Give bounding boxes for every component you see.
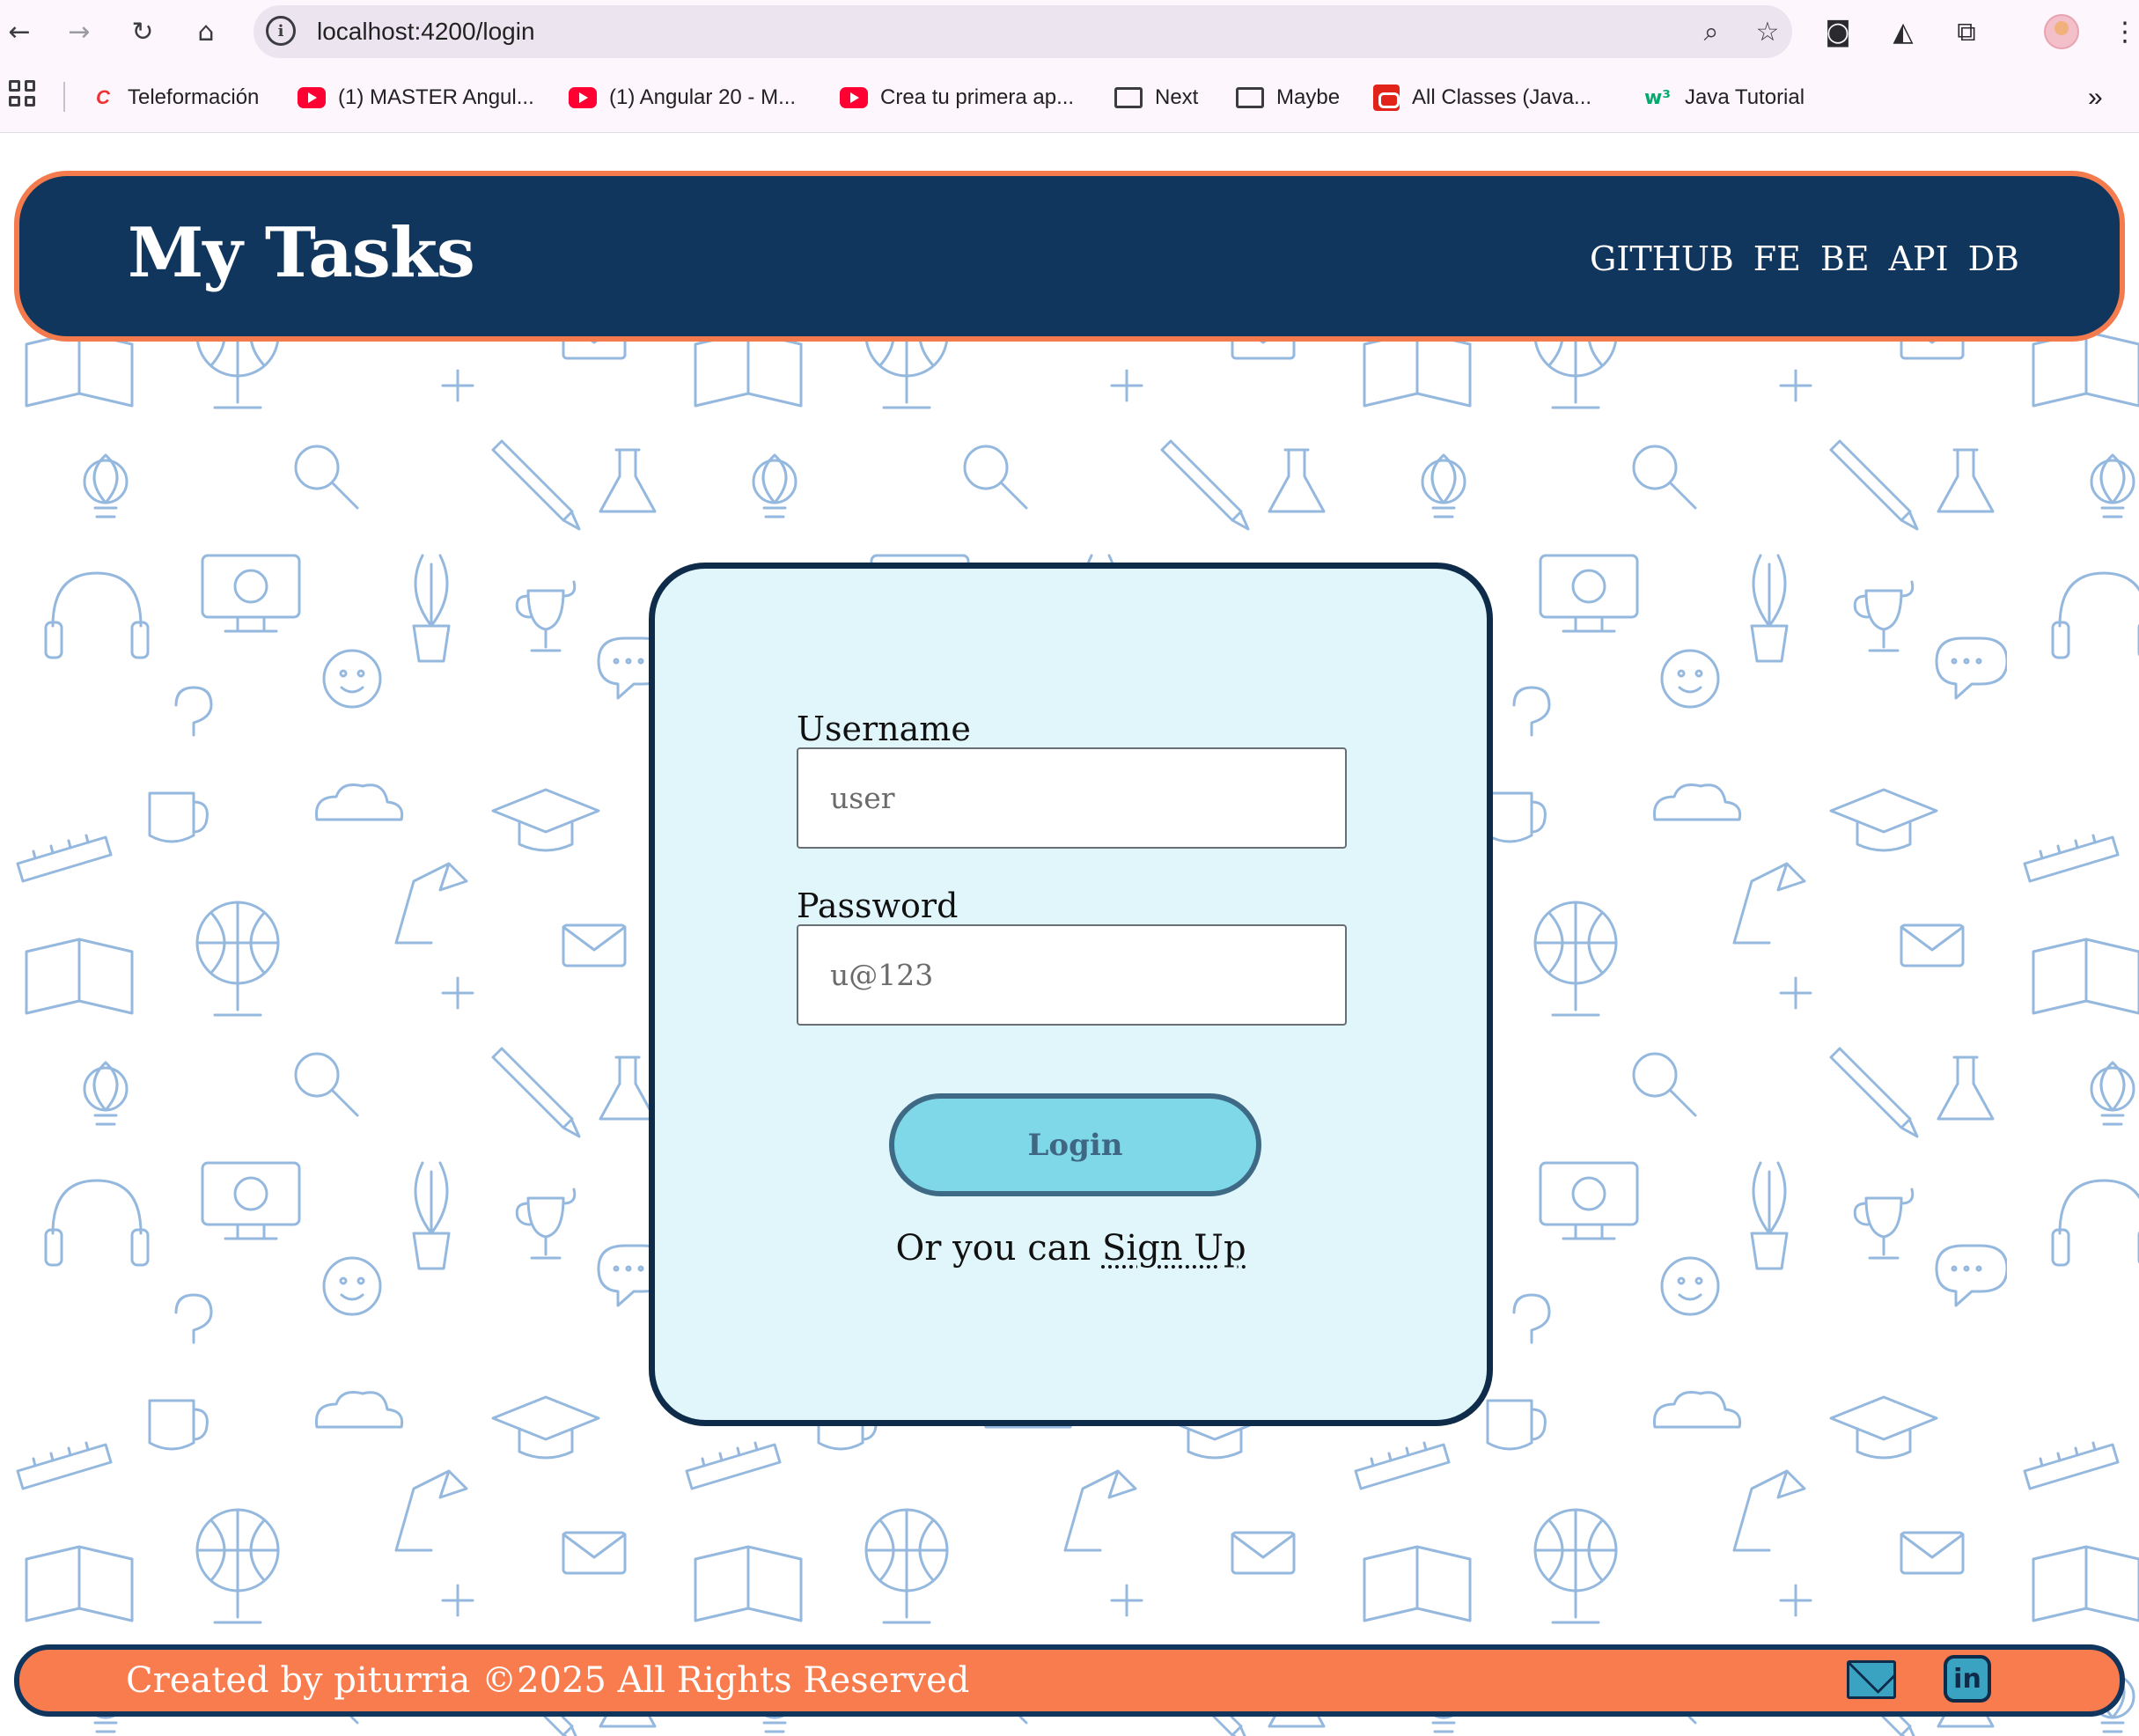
bookmark-star-icon[interactable]: ☆ bbox=[1750, 14, 1785, 49]
camera-icon[interactable]: ◙ bbox=[1819, 12, 1857, 51]
c-icon: C bbox=[96, 86, 110, 108]
signup-prompt: Or you can Sign Up bbox=[655, 1228, 1487, 1269]
app-footer: Created by piturria ©2025 All Rights Res… bbox=[14, 1644, 2125, 1717]
bookmark-label: All Classes (Java... bbox=[1412, 85, 1592, 109]
address-bar[interactable]: i localhost:4200/login ⌕ ☆ bbox=[254, 5, 1792, 58]
url-text[interactable]: localhost:4200/login bbox=[317, 18, 535, 46]
folder-icon bbox=[1114, 87, 1143, 108]
page-viewport: My Tasks GITHUB FE BE API DB Username Pa… bbox=[0, 133, 2139, 1736]
app-header: My Tasks GITHUB FE BE API DB bbox=[14, 171, 2125, 342]
bookmark-item[interactable]: Crea tu primera ap... bbox=[840, 82, 1074, 114]
apps-grid-icon[interactable] bbox=[9, 80, 35, 107]
login-button[interactable]: Login bbox=[889, 1093, 1261, 1196]
bookmark-label: Crea tu primera ap... bbox=[880, 85, 1075, 109]
bookmark-item[interactable]: w³ Java Tutorial bbox=[1644, 82, 1805, 114]
youtube-icon bbox=[569, 87, 597, 108]
extensions-puzzle-icon[interactable]: ⧉ bbox=[1947, 12, 1986, 51]
back-arrow-icon[interactable]: ← bbox=[0, 12, 39, 51]
bookmark-item[interactable]: Next bbox=[1114, 82, 1198, 114]
bookmark-item[interactable]: (1) Angular 20 - M... bbox=[569, 82, 796, 114]
linkedin-icon[interactable]: in bbox=[1944, 1655, 1991, 1703]
bookmark-label: (1) MASTER Angul... bbox=[338, 85, 534, 109]
bookmark-label: Maybe bbox=[1276, 85, 1341, 109]
header-nav: GITHUB FE BE API DB bbox=[1590, 239, 2019, 278]
signup-link[interactable]: Sign Up bbox=[1102, 1228, 1246, 1269]
bookmark-item[interactable]: Maybe bbox=[1236, 82, 1340, 114]
profile-avatar[interactable] bbox=[2044, 14, 2079, 49]
login-card: Username Password Login Or you can Sign … bbox=[649, 563, 1493, 1426]
youtube-icon bbox=[840, 87, 868, 108]
oracle-icon bbox=[1373, 85, 1400, 111]
mail-icon[interactable] bbox=[1847, 1660, 1896, 1699]
kebab-menu-icon[interactable]: ⋮ bbox=[2106, 12, 2139, 51]
nav-link-github[interactable]: GITHUB bbox=[1590, 239, 1734, 278]
extension-a-icon[interactable]: ◭ bbox=[1884, 12, 1922, 51]
footer-copyright: Created by piturria ©2025 All Rights Res… bbox=[126, 1660, 970, 1701]
site-info-icon[interactable]: i bbox=[266, 16, 296, 46]
app-title[interactable]: My Tasks bbox=[128, 213, 475, 293]
bookmark-item[interactable]: C Teleformación bbox=[91, 82, 259, 114]
reload-icon[interactable]: ↻ bbox=[123, 12, 162, 51]
username-input[interactable] bbox=[797, 747, 1347, 849]
bookmark-item[interactable]: (1) MASTER Angul... bbox=[298, 82, 534, 114]
bookmark-label: (1) Angular 20 - M... bbox=[609, 85, 797, 109]
home-icon[interactable]: ⌂ bbox=[187, 12, 225, 51]
nav-link-be[interactable]: BE bbox=[1820, 239, 1870, 278]
bookmark-label: Next bbox=[1155, 85, 1199, 109]
bookmarks-divider bbox=[63, 82, 65, 112]
nav-link-fe[interactable]: FE bbox=[1753, 239, 1801, 278]
w3schools-icon: w³ bbox=[1644, 87, 1671, 109]
bookmarks-bar: C Teleformación (1) MASTER Angul... (1) … bbox=[0, 63, 2139, 133]
browser-toolbar: ← → ↻ ⌂ i localhost:4200/login ⌕ ☆ ◙ ◭ ⧉… bbox=[0, 0, 2139, 63]
password-input[interactable] bbox=[797, 924, 1347, 1026]
bookmark-item[interactable]: All Classes (Java... bbox=[1373, 82, 1591, 114]
forward-arrow-icon[interactable]: → bbox=[60, 12, 99, 51]
bookmark-label: Java Tutorial bbox=[1685, 85, 1805, 109]
more-bookmarks-chevron[interactable]: » bbox=[2088, 82, 2103, 114]
nav-link-api[interactable]: API bbox=[1889, 239, 1949, 278]
bookmark-label: Teleformación bbox=[128, 85, 260, 109]
zoom-icon[interactable]: ⌕ bbox=[1694, 14, 1729, 49]
folder-icon bbox=[1236, 87, 1264, 108]
password-label: Password bbox=[797, 886, 959, 925]
youtube-icon bbox=[298, 87, 326, 108]
signup-prefix: Or you can bbox=[895, 1228, 1092, 1269]
nav-link-db[interactable]: DB bbox=[1968, 239, 2019, 278]
username-label: Username bbox=[797, 710, 971, 748]
